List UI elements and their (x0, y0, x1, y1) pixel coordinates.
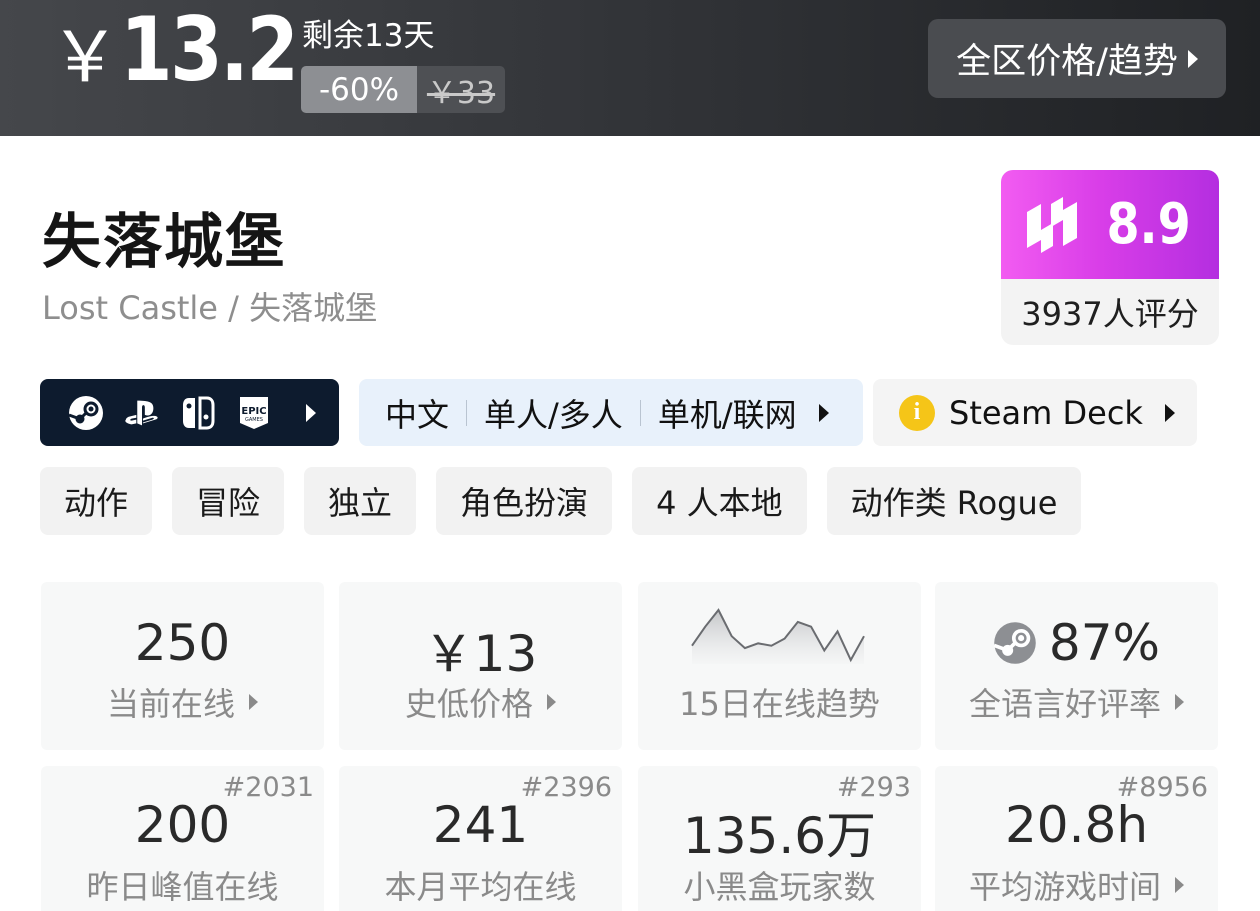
stat-current-online[interactable]: 250 当前在线 (41, 582, 324, 750)
stat-label: 全语言好评率 (935, 679, 1218, 725)
steam-icon (993, 622, 1036, 664)
chevron-right-icon (306, 403, 316, 422)
tag-item[interactable]: 冒险 (172, 467, 285, 535)
stat-label: 当前在线 (41, 679, 324, 725)
region-price-trend-button[interactable]: 全区价格/趋势 (928, 19, 1226, 98)
stat-label-text: 平均游戏时间 (968, 868, 1161, 906)
tag-item[interactable]: 动作 (40, 467, 153, 535)
price-header: ￥ 13.2 剩余13天 -60% ￥33 全区价格/趋势 (0, 0, 1260, 136)
stat-label-text: 昨日峰值在线 (86, 868, 279, 906)
tag-item[interactable]: 角色扮演 (436, 467, 613, 535)
chevron-right-icon (547, 694, 556, 710)
stat-value: 87% (935, 614, 1218, 672)
game-subtitle: Lost Castle / 失落城堡 (42, 289, 378, 327)
stat-positive-rating[interactable]: 87% 全语言好评率 (935, 582, 1218, 750)
stat-label: 本月平均在线 (339, 862, 622, 908)
stat-label-text: 全语言好评率 (968, 685, 1161, 723)
chevron-right-icon (818, 403, 829, 422)
original-price: ￥33 (417, 66, 505, 113)
online-trend-sparkline (691, 608, 865, 664)
divider (639, 399, 641, 426)
stat-label-text: 15日在线趋势 (679, 685, 880, 723)
stat-value: 20.8h (1004, 796, 1149, 854)
svg-text:EPIC: EPIC (241, 406, 266, 417)
score-count: 3937人评分 (1021, 295, 1199, 333)
stat-label: 15日在线趋势 (638, 679, 921, 725)
score-banner: 8.9 (1001, 170, 1219, 279)
stat-label-text: 本月平均在线 (384, 868, 577, 906)
switch-icon (180, 395, 216, 431)
discount-remaining: 剩余13天 (302, 18, 435, 54)
stat-value: 241 (432, 796, 529, 854)
stat-yesterday-peak[interactable]: #2031 200 昨日峰值在线 (41, 766, 324, 911)
stat-label-text: 史低价格 (404, 685, 533, 723)
info-icon: i (899, 394, 935, 431)
svg-text:GAMES: GAMES (245, 417, 263, 423)
chevron-right-icon (1175, 877, 1184, 893)
score-value: 8.9 (1106, 192, 1192, 257)
region-price-trend-label: 全区价格/趋势 (956, 42, 1178, 82)
stat-label: 小黑盒玩家数 (638, 862, 921, 908)
chevron-right-icon (1164, 403, 1175, 422)
tag-item[interactable]: 4 人本地 (632, 467, 807, 535)
stat-player-count[interactable]: #293 135.6万 小黑盒玩家数 (638, 766, 921, 911)
heybox-score-card[interactable]: 8.9 3937人评分 (1001, 170, 1219, 345)
stat-label: 昨日峰值在线 (41, 862, 324, 908)
stat-average-playtime[interactable]: #8956 20.8h 平均游戏时间 (935, 766, 1218, 911)
steam-deck-label: Steam Deck (949, 393, 1143, 432)
epic-games-icon: EPIC GAMES (236, 395, 272, 431)
feature-language: 中文 (385, 395, 450, 434)
stat-value: ￥13 (423, 625, 538, 683)
stat-value: 200 (134, 796, 231, 854)
divider (466, 399, 468, 426)
stat-lowest-price[interactable]: ￥13 史低价格 (339, 582, 622, 750)
tag-item[interactable]: 独立 (304, 467, 417, 535)
tag-list: 动作 冒险 独立 角色扮演 4 人本地 动作类 Rogue (40, 467, 1082, 535)
tag-item[interactable]: 动作类 Rogue (826, 467, 1082, 535)
current-price: 13.2 (120, 0, 299, 101)
steam-deck-chip[interactable]: i Steam Deck (873, 379, 1197, 446)
stat-value: 135.6万 (682, 807, 877, 865)
stat-label-text: 当前在线 (106, 685, 235, 723)
stat-online-trend[interactable]: 15日在线趋势 (638, 582, 921, 750)
chevron-right-icon (1187, 49, 1198, 68)
features-chip[interactable]: 中文 单人/多人 单机/联网 (359, 379, 863, 446)
discount-percent: -60% (301, 66, 417, 113)
chevron-right-icon (1175, 694, 1184, 710)
feature-network: 单机/联网 (657, 395, 797, 434)
playstation-icon (124, 395, 160, 431)
rating-value: 87% (1048, 614, 1161, 672)
stat-label: 史低价格 (339, 679, 622, 725)
price-currency: ￥ (50, 16, 120, 98)
stat-label: 平均游戏时间 (935, 862, 1218, 908)
discount-badge: -60% ￥33 (301, 66, 505, 113)
platforms-chip[interactable]: EPIC GAMES (40, 379, 339, 446)
feature-players: 单人/多人 (484, 395, 623, 434)
heybox-logo-icon (1027, 196, 1078, 253)
stat-label-text: 小黑盒玩家数 (683, 868, 876, 906)
chevron-right-icon (249, 694, 258, 710)
stat-monthly-average[interactable]: #2396 241 本月平均在线 (339, 766, 622, 911)
game-title: 失落城堡 (42, 207, 287, 276)
stat-value: 250 (134, 614, 231, 672)
sparkline-area (692, 610, 864, 664)
steam-icon (68, 395, 104, 431)
